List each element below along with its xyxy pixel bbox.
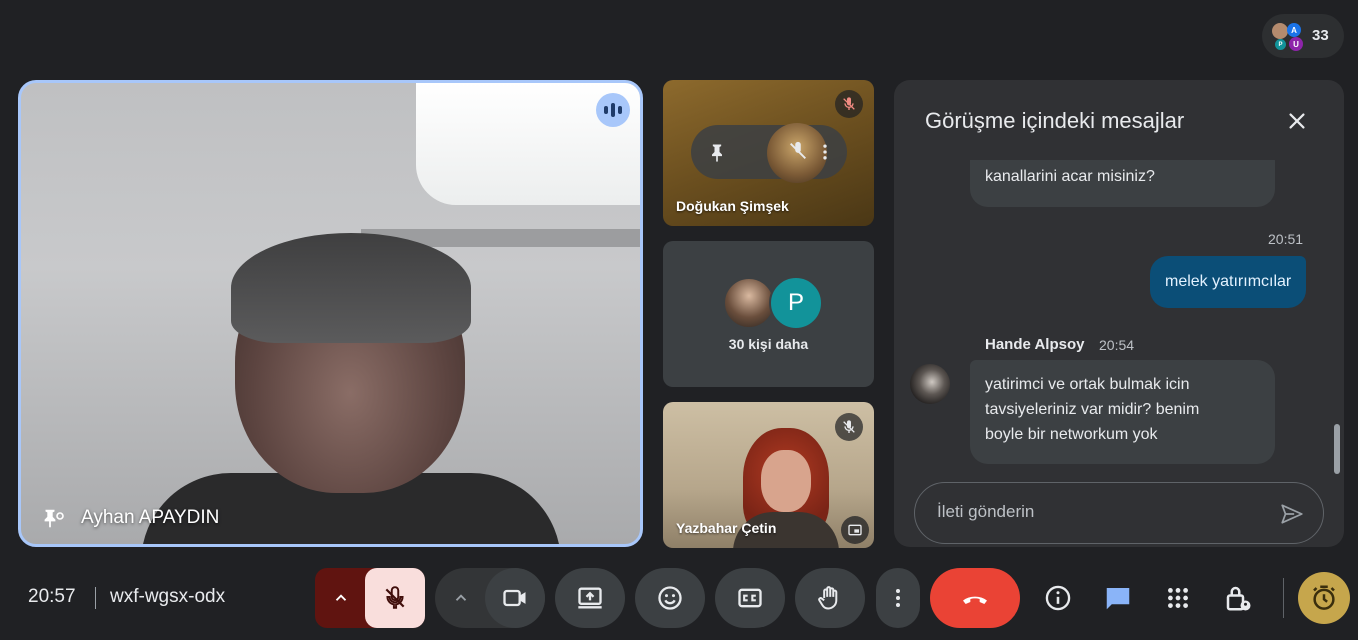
chat-message-list[interactable]: kanallarini acar misiniz? 20:51 melek ya…	[894, 160, 1344, 470]
close-chat-button[interactable]	[1282, 106, 1312, 136]
host-controls-button[interactable]	[1216, 568, 1260, 628]
video-person	[761, 450, 811, 512]
chevron-up-icon	[455, 594, 467, 601]
participant-name: Yazbahar Çetin	[676, 520, 777, 536]
mic-off-icon	[835, 90, 863, 118]
end-call-icon	[963, 596, 987, 604]
chat-message-input[interactable]	[935, 501, 1269, 523]
chat-message: yatirimci ve ortak bulmak icin tavsiyele…	[970, 360, 1275, 464]
speaking-indicator-icon	[596, 93, 630, 127]
present-screen-button[interactable]	[555, 568, 625, 628]
chat-message-text: kanallarini acar misiniz?	[985, 168, 1155, 185]
meeting-code: wxf-wgsx-odx	[110, 586, 226, 607]
emoji-reaction-button[interactable]	[635, 568, 705, 628]
chat-button[interactable]	[1096, 568, 1140, 628]
apps-grid-icon	[1168, 588, 1188, 608]
participant-avatars: P	[723, 276, 823, 330]
more-options-button[interactable]	[876, 568, 920, 628]
microphone-toggle-button[interactable]	[365, 568, 425, 628]
lock-person-icon	[1226, 586, 1251, 611]
participants-button[interactable]: A U P 33	[1262, 14, 1344, 58]
activities-button[interactable]	[1156, 568, 1200, 628]
chat-message-line: boyle bir networkum yok	[985, 426, 1158, 443]
closed-captions-icon	[738, 588, 762, 608]
present-screen-icon	[578, 587, 602, 609]
chat-panel: Görüşme içindeki mesajlar kanallarini ac…	[894, 80, 1344, 547]
raise-hand-button[interactable]	[795, 568, 865, 628]
chat-message-line: yatirimci ve ortak bulmak icin	[985, 376, 1190, 393]
info-icon	[1045, 585, 1071, 611]
more-options-icon[interactable]	[815, 142, 835, 162]
send-icon	[1281, 504, 1303, 524]
main-video-tile[interactable]: Ayhan APAYDIN	[18, 80, 643, 547]
close-icon	[1289, 113, 1305, 129]
video-person	[231, 233, 471, 343]
microphone-control-group	[315, 568, 425, 628]
chat-message-time: 20:54	[1099, 337, 1135, 353]
pin-icon	[44, 509, 64, 528]
more-participants-label: 30 kişi daha	[728, 336, 809, 352]
emoji-icon	[658, 586, 682, 610]
meeting-details-button[interactable]	[1036, 568, 1080, 628]
chat-title: Görüşme içindeki mesajlar	[925, 108, 1185, 133]
sender-avatar	[910, 364, 950, 404]
picture-in-picture-icon[interactable]	[841, 516, 869, 544]
participant-avatar	[723, 277, 775, 329]
divider	[1283, 578, 1284, 618]
captions-button[interactable]	[715, 568, 785, 628]
chat-message-line: tavsiyeleriniz var midir? benim	[985, 401, 1200, 418]
mic-off-icon	[835, 413, 863, 441]
chat-message-text: melek yatırımcılar	[1165, 273, 1292, 290]
timer-button[interactable]	[1298, 572, 1350, 624]
more-participants-tile[interactable]: P 30 kişi daha	[663, 241, 874, 387]
participant-tile[interactable]: Yazbahar Çetin	[663, 402, 874, 548]
raise-hand-icon	[818, 586, 838, 610]
audio-options-button[interactable]	[315, 568, 367, 628]
chat-compose	[914, 482, 1324, 544]
mic-off-icon	[385, 586, 405, 609]
timer-icon	[1313, 585, 1335, 610]
participant-mini-avatar: A	[1287, 23, 1301, 37]
chat-message-time: 20:51	[1268, 231, 1304, 247]
chat-scrollbar[interactable]	[1334, 424, 1340, 474]
mute-participant-button[interactable]	[787, 140, 809, 162]
participant-mini-avatar	[1272, 23, 1288, 39]
participant-avatar: P	[769, 276, 823, 330]
participant-mini-avatar: P	[1275, 39, 1286, 50]
participant-mini-avatar: U	[1289, 37, 1303, 51]
main-participant-name: Ayhan APAYDIN	[81, 507, 220, 528]
pin-tile-button[interactable]	[707, 142, 727, 162]
chat-message-own: melek yatırımcılar	[1150, 256, 1307, 308]
chat-sender-name: Hande Alpsoy	[985, 336, 1085, 353]
send-button[interactable]	[1277, 499, 1307, 529]
more-vert-icon	[896, 589, 900, 607]
video-options-button[interactable]	[435, 568, 487, 628]
participant-count: 33	[1312, 27, 1329, 44]
camera-icon	[503, 589, 526, 607]
participant-tile[interactable]: Doğukan Şimşek	[663, 80, 874, 226]
leave-call-button[interactable]	[930, 568, 1020, 628]
tile-hover-controls	[691, 123, 847, 183]
current-time: 20:57	[28, 586, 76, 607]
camera-control-group	[435, 568, 545, 628]
chat-message: kanallarini acar misiniz?	[970, 160, 1275, 207]
divider	[95, 587, 96, 609]
camera-toggle-button[interactable]	[485, 568, 545, 628]
participant-name: Doğukan Şimşek	[676, 198, 789, 214]
chat-icon	[1106, 588, 1130, 610]
chevron-up-icon	[335, 594, 347, 601]
